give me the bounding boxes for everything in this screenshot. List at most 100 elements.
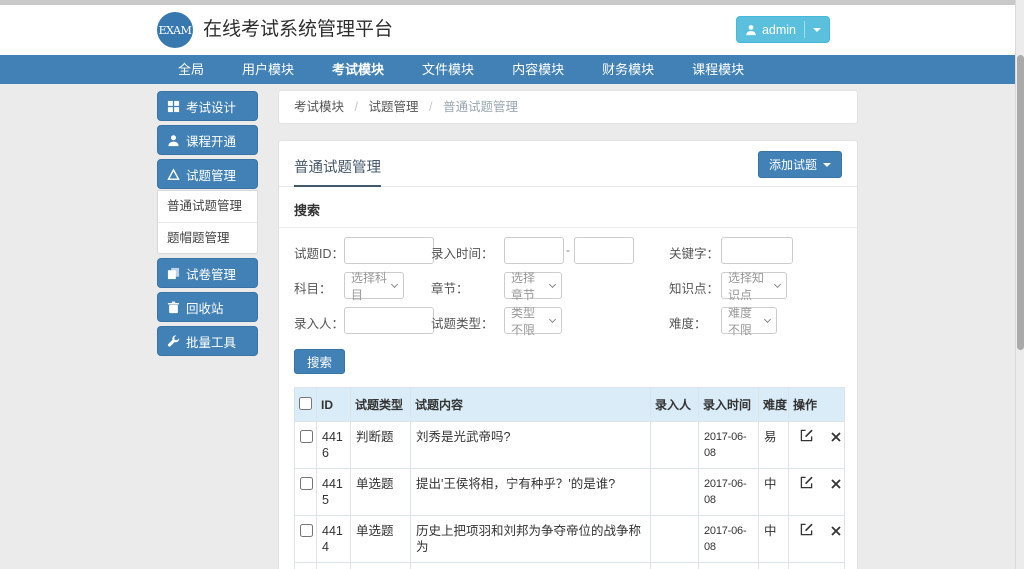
sidebar-item-label: 考试设计 — [186, 97, 236, 116]
row-checkbox[interactable] — [300, 477, 313, 490]
cell-date: 2017-06-08 — [699, 469, 759, 516]
col-difficulty: 难度 — [759, 388, 789, 422]
breadcrumb-current: 普通试题管理 — [443, 100, 518, 114]
sidebar: 考试设计 课程开通 试题管理 普通试题管理 题帽题管理 试卷管理 回收站 批量工… — [157, 91, 258, 360]
knowledge-point-select[interactable]: 选择知识点 — [721, 272, 787, 299]
difficulty-select-value: 难度不限 — [728, 304, 761, 338]
page-title: 在线考试系统管理平台 — [203, 5, 393, 55]
exam-logo: EXAM — [157, 12, 193, 48]
knowledge-point-label: 知识点： — [669, 278, 719, 297]
nav-item-exam-module[interactable]: 考试模块 — [322, 55, 394, 84]
cell-creator — [651, 469, 699, 516]
question-id-label: 试题ID： — [294, 243, 344, 262]
cell-creator — [651, 422, 699, 469]
nav-item-content-module[interactable]: 内容模块 — [502, 55, 574, 84]
cell-creator — [651, 563, 699, 569]
sidebar-item-course-open[interactable]: 课程开通 — [157, 125, 258, 155]
submenu-item-normal-question[interactable]: 普通试题管理 — [158, 191, 257, 222]
keyword-input[interactable] — [721, 237, 793, 264]
edit-button[interactable] — [794, 476, 813, 492]
chapter-select-value: 选择章节 — [511, 269, 546, 303]
nav-item-user-module[interactable]: 用户模块 — [232, 55, 304, 84]
question-type-select-value: 类型不限 — [511, 304, 546, 338]
difficulty-select[interactable]: 难度不限 — [721, 307, 777, 334]
question-type-label: 试题类型： — [431, 313, 494, 332]
user-menu-button[interactable]: admin — [736, 16, 830, 43]
chevron-down-icon — [823, 163, 831, 167]
cell-difficulty: 中 — [759, 516, 789, 563]
nav-item-course-module[interactable]: 课程模块 — [682, 55, 754, 84]
sidebar-item-paper-manage[interactable]: 试卷管理 — [157, 258, 258, 288]
table-header-row: ID 试题类型 试题内容 录入人 录入时间 难度 操作 — [295, 388, 845, 422]
subject-select[interactable]: 选择科目 — [344, 272, 404, 299]
cell-date: 2017-06-08 — [699, 563, 759, 569]
grid-icon — [167, 100, 180, 113]
cell-date: 2017-06-08 — [699, 516, 759, 563]
nav-item-finance-module[interactable]: 财务模块 — [592, 55, 664, 84]
panel-title: 普通试题管理 — [294, 156, 381, 187]
delete-button[interactable] — [825, 430, 841, 445]
button-divider — [804, 21, 805, 38]
cell-content: 王充是哪个朝代的人 — [411, 563, 651, 569]
top-navbar: 全局 用户模块 考试模块 文件模块 内容模块 财务模块 课程模块 — [0, 55, 1015, 84]
wrench-icon — [167, 335, 180, 348]
col-actions: 操作 — [789, 388, 845, 422]
sidebar-item-exam-design[interactable]: 考试设计 — [157, 91, 258, 121]
edit-button[interactable] — [794, 429, 813, 445]
table-row: 4413 单选题 王充是哪个朝代的人 2017-06-08 中 — [295, 563, 845, 569]
knowledge-point-select-value: 选择知识点 — [728, 269, 771, 303]
creator-input[interactable] — [344, 307, 434, 334]
cell-id: 4416 — [317, 422, 351, 469]
breadcrumb-exam-module[interactable]: 考试模块 — [294, 100, 344, 114]
creator-label: 录入人： — [294, 313, 344, 332]
delete-button[interactable] — [825, 524, 841, 539]
subject-label: 科目： — [294, 278, 332, 297]
entry-time-from-input[interactable] — [504, 237, 564, 264]
sidebar-item-label: 批量工具 — [186, 332, 236, 351]
question-type-select[interactable]: 类型不限 — [504, 307, 562, 334]
row-checkbox[interactable] — [300, 430, 313, 443]
cell-content: 历史上把项羽和刘邦为争夺帝位的战争称为 — [411, 516, 651, 563]
vertical-scrollbar[interactable] — [1015, 0, 1024, 569]
nav-item-global[interactable]: 全局 — [168, 55, 214, 84]
question-id-input[interactable] — [344, 237, 434, 264]
submenu-item-cap-question[interactable]: 题帽题管理 — [158, 222, 257, 253]
cell-type: 判断题 — [351, 422, 411, 469]
table-row: 4416 判断题 刘秀是光武帝吗? 2017-06-08 易 — [295, 422, 845, 469]
breadcrumb-question-manage[interactable]: 试题管理 — [368, 100, 418, 114]
cell-id: 4415 — [317, 469, 351, 516]
cell-creator — [651, 516, 699, 563]
chapter-label: 章节： — [431, 278, 469, 297]
edit-button[interactable] — [794, 523, 813, 539]
breadcrumb-separator: / — [429, 100, 432, 114]
sidebar-item-recycle-bin[interactable]: 回收站 — [157, 292, 258, 322]
breadcrumb-separator: / — [355, 100, 358, 114]
col-id: ID — [317, 388, 351, 422]
row-checkbox[interactable] — [300, 524, 313, 537]
chapter-select[interactable]: 选择章节 — [504, 272, 562, 299]
scrollbar-thumb[interactable] — [1017, 55, 1024, 350]
select-all-checkbox[interactable] — [299, 397, 312, 410]
col-entry-time: 录入时间 — [699, 388, 759, 422]
col-question-content: 试题内容 — [411, 388, 651, 422]
question-table: ID 试题类型 试题内容 录入人 录入时间 难度 操作 4416 判断题 刘秀是… — [294, 387, 845, 569]
triangle-icon — [167, 168, 180, 181]
sidebar-item-label: 试题管理 — [186, 165, 236, 184]
cell-type: 单选题 — [351, 563, 411, 569]
chevron-down-icon — [764, 315, 771, 322]
cell-difficulty: 易 — [759, 422, 789, 469]
sidebar-item-batch-tools[interactable]: 批量工具 — [157, 326, 258, 356]
sidebar-item-label: 试卷管理 — [186, 264, 236, 283]
nav-item-file-module[interactable]: 文件模块 — [412, 55, 484, 84]
cell-date: 2017-06-08 — [699, 422, 759, 469]
add-question-button[interactable]: 添加试题 — [758, 151, 842, 178]
delete-button[interactable] — [825, 477, 841, 492]
sidebar-item-question-manage[interactable]: 试题管理 — [157, 159, 258, 189]
entry-time-to-input[interactable] — [574, 237, 634, 264]
search-button[interactable]: 搜索 — [294, 349, 345, 374]
breadcrumb: 考试模块 / 试题管理 / 普通试题管理 — [278, 90, 858, 124]
user-icon — [167, 134, 180, 147]
trash-icon — [167, 301, 180, 314]
chevron-down-icon — [391, 280, 398, 287]
chevron-down-icon[interactable] — [813, 28, 821, 32]
